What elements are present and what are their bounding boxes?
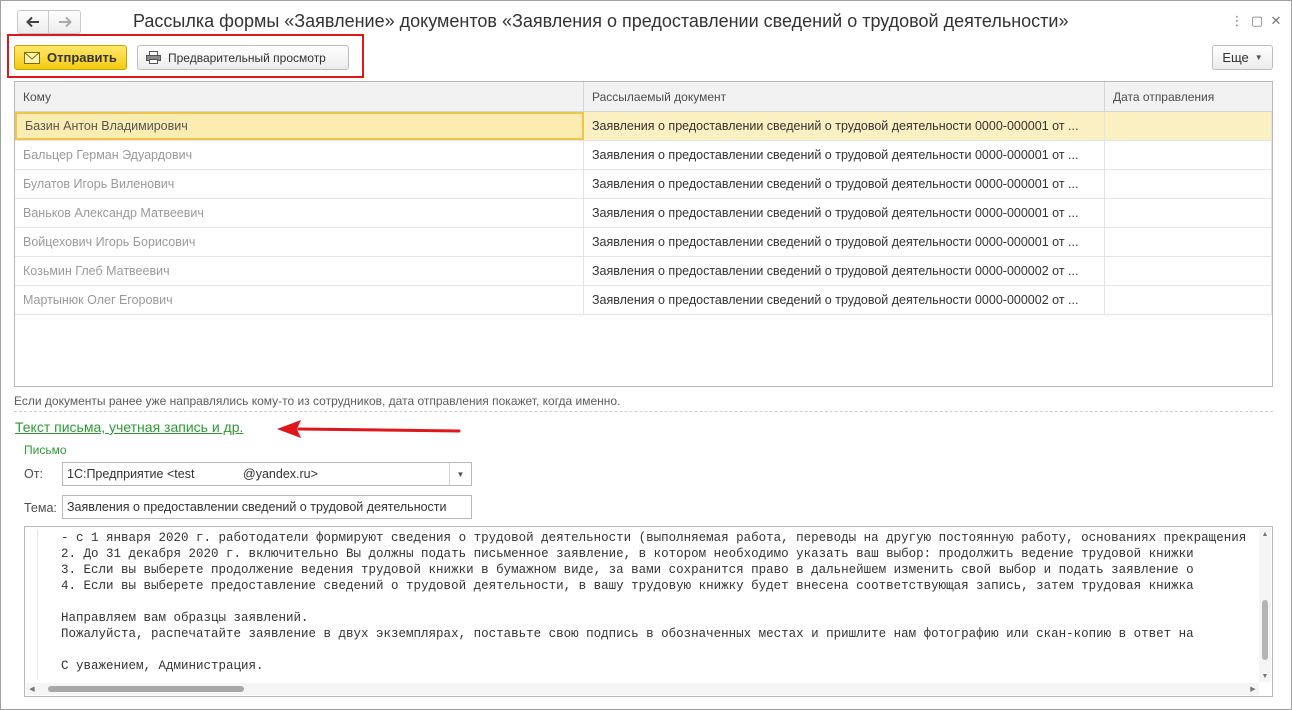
mailing-window: Рассылка формы «Заявление» документов «З… [0, 0, 1292, 710]
recipient-cell[interactable]: Козьмин Глеб Матвеевич [15, 257, 584, 285]
send-date-cell[interactable] [1105, 199, 1272, 227]
scroll-right-icon[interactable]: ▶ [1247, 683, 1259, 695]
document-cell[interactable]: Заявления о предоставлении сведений о тр… [584, 199, 1105, 227]
horizontal-scroll-thumb[interactable] [48, 686, 244, 692]
table-row[interactable]: Булатов Игорь Виленович Заявления о пред… [15, 170, 1272, 199]
from-field[interactable]: ▼ [62, 462, 472, 486]
topic-field[interactable] [62, 495, 472, 519]
preview-button[interactable]: Предварительный просмотр [137, 45, 349, 70]
document-cell[interactable]: Заявления о предоставлении сведений о тр… [584, 112, 1105, 140]
letter-body-editor[interactable]: - с 1 января 2020 г. работодатели формир… [24, 526, 1273, 697]
table-row[interactable]: Войцехович Игорь Борисович Заявления о п… [15, 228, 1272, 257]
from-label: От: [24, 467, 43, 481]
maximize-icon[interactable]: ▢ [1249, 13, 1265, 29]
chevron-down-icon[interactable]: ▼ [449, 463, 471, 485]
letter-group-title: Письмо [24, 443, 67, 457]
column-header-send-date[interactable]: Дата отправления [1105, 82, 1272, 111]
body-line [61, 594, 1255, 610]
from-input[interactable] [63, 463, 443, 485]
body-line: 2. До 31 декабря 2020 г. включительно Вы… [61, 547, 1194, 561]
forward-button[interactable] [49, 10, 81, 34]
more-button[interactable]: Еще ▼ [1212, 45, 1273, 70]
body-line: 3. Если вы выберете продолжение ведения … [61, 563, 1194, 577]
body-line: - с 1 января 2020 г. работодатели формир… [61, 531, 1247, 545]
annotation-arrow-icon [277, 420, 461, 438]
letter-body-text[interactable]: - с 1 января 2020 г. работодатели формир… [37, 530, 1255, 680]
recipient-cell[interactable]: Булатов Игорь Виленович [15, 170, 584, 198]
document-cell[interactable]: Заявления о предоставлении сведений о тр… [584, 141, 1105, 169]
send-button-label: Отправить [47, 50, 117, 65]
column-header-recipient[interactable]: Кому [15, 82, 584, 111]
vertical-scroll-thumb[interactable] [1262, 600, 1268, 660]
table-row[interactable]: Базин Антон Владимирович Заявления о пре… [15, 112, 1272, 141]
scroll-down-icon[interactable]: ▼ [1259, 670, 1271, 682]
body-line: С уважением, Администрация. [61, 659, 264, 673]
envelope-icon [24, 51, 40, 64]
back-button[interactable] [17, 10, 49, 34]
more-button-label: Еще [1222, 50, 1249, 65]
body-line: Направляем вам образцы заявлений. [61, 611, 309, 625]
table-row[interactable]: Бальцер Герман Эдуардович Заявления о пр… [15, 141, 1272, 170]
more-vert-icon[interactable]: ⋮ [1229, 13, 1245, 29]
body-line [61, 642, 1255, 658]
recipient-cell[interactable]: Базин Антон Владимирович [15, 112, 584, 140]
send-date-cell[interactable] [1105, 170, 1272, 198]
close-icon[interactable]: ✕ [1268, 13, 1284, 29]
send-date-cell[interactable] [1105, 257, 1272, 285]
send-date-cell[interactable] [1105, 112, 1272, 140]
scroll-left-icon[interactable]: ◀ [26, 683, 38, 695]
send-date-cell[interactable] [1105, 141, 1272, 169]
column-header-document[interactable]: Рассылаемый документ [584, 82, 1105, 111]
chevron-down-icon: ▼ [1254, 53, 1263, 62]
send-button[interactable]: Отправить [14, 45, 127, 70]
document-cell[interactable]: Заявления о предоставлении сведений о тр… [584, 170, 1105, 198]
document-cell[interactable]: Заявления о предоставлении сведений о тр… [584, 257, 1105, 285]
topic-label: Тема: [24, 501, 57, 515]
document-cell[interactable]: Заявления о предоставлении сведений о тр… [584, 228, 1105, 256]
section-divider [14, 411, 1273, 412]
scroll-up-icon[interactable]: ▲ [1259, 528, 1271, 540]
arrow-right-icon [58, 16, 72, 28]
table-row[interactable]: Мартынюк Олег Егорович Заявления о предо… [15, 286, 1272, 315]
send-date-cell[interactable] [1105, 286, 1272, 314]
topic-input[interactable] [63, 496, 467, 518]
arrow-left-icon [26, 16, 39, 28]
preview-button-label: Предварительный просмотр [168, 50, 326, 65]
printer-icon [146, 51, 161, 64]
body-line: Пожалуйста, распечатайте заявление в дву… [61, 627, 1194, 641]
recipient-cell[interactable]: Мартынюк Олег Егорович [15, 286, 584, 314]
recipient-cell[interactable]: Ваньков Александр Матвеевич [15, 199, 584, 227]
body-line: 4. Если вы выберете предоставление сведе… [61, 579, 1194, 593]
recipient-cell[interactable]: Бальцер Герман Эдуардович [15, 141, 584, 169]
document-cell[interactable]: Заявления о предоставлении сведений о тр… [584, 286, 1105, 314]
table-row[interactable]: Ваньков Александр Матвеевич Заявления о … [15, 199, 1272, 228]
horizontal-scrollbar[interactable]: ◀ ▶ [26, 683, 1259, 695]
recipient-cell[interactable]: Войцехович Игорь Борисович [15, 228, 584, 256]
vertical-scrollbar[interactable]: ▲ ▼ [1259, 528, 1271, 682]
window-title: Рассылка формы «Заявление» документов «З… [133, 11, 1069, 31]
send-date-hint: Если документы ранее уже направлялись ко… [14, 394, 621, 408]
table-row[interactable]: Козьмин Глеб Матвеевич Заявления о предо… [15, 257, 1272, 286]
recipients-table[interactable]: Кому Рассылаемый документ Дата отправлен… [14, 81, 1273, 387]
table-header: Кому Рассылаемый документ Дата отправлен… [15, 82, 1272, 112]
letter-settings-link[interactable]: Текст письма, учетная запись и др. [15, 419, 243, 435]
send-date-cell[interactable] [1105, 228, 1272, 256]
